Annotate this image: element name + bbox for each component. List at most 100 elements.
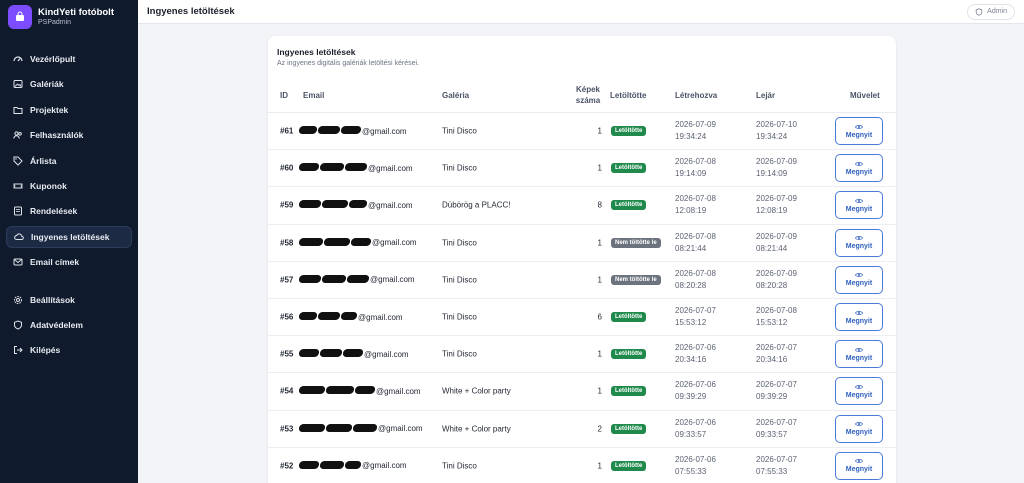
admin-menu-button[interactable]: Admin	[967, 3, 1015, 20]
open-button-label: Megnyit	[845, 243, 873, 251]
row-created-time: 12:08:19	[675, 206, 707, 216]
row-gallery: White + Color party	[442, 424, 511, 434]
sidebar-item-projects[interactable]: Projektek	[6, 99, 132, 121]
row-expires-time: 08:21:44	[756, 243, 788, 253]
sidebar-item-users[interactable]: Felhasználók	[6, 124, 132, 146]
eye-icon	[855, 422, 863, 427]
row-expires-time: 09:39:29	[756, 392, 788, 402]
eye-icon	[855, 199, 863, 203]
sidebar-item-privacy[interactable]: Adatvédelem	[6, 314, 132, 336]
row-expires-date: 2026-07-10	[756, 120, 797, 130]
sidebar-item-label: Kuponok	[30, 180, 67, 191]
row-expires-date: 2026-07-07	[756, 343, 797, 353]
row-email: @gmail.com	[298, 386, 421, 396]
row-image-count: 1	[597, 349, 602, 359]
row-created-time: 07:55:33	[675, 466, 707, 476]
row-expires-date: 2026-07-09	[756, 157, 797, 167]
row-email-domain: @gmail.com	[362, 126, 407, 136]
open-button[interactable]: Megnyit	[835, 228, 883, 257]
row-expires-date: 2026-07-09	[756, 268, 797, 278]
sidebar-item-label: Beállítások	[30, 294, 75, 305]
row-created-date: 2026-07-06	[675, 454, 716, 464]
table-row: #52 @gmail.com Tini Disco 1 Letöltötte 2026-0…	[268, 448, 896, 483]
sidebar-item-settings[interactable]: Beállítások	[6, 289, 132, 311]
row-created: 2026-07-06 20:34:16	[675, 342, 716, 366]
sidebar-item-label: Rendelések	[30, 206, 78, 217]
status-badge: Letöltötte	[611, 460, 647, 471]
row-email-domain: @gmail.com	[370, 275, 415, 285]
row-created-date: 2026-07-08	[675, 157, 716, 167]
sidebar-item-pricelist[interactable]: Árlista	[6, 150, 132, 172]
open-button[interactable]: Megnyit	[835, 154, 883, 183]
sidebar-nav: Vezérlőpult Galériák Projektek Felhaszná…	[0, 48, 138, 361]
table-row: #55 @gmail.com Tini Disco 1 Letöltötte 2026-0…	[268, 336, 896, 374]
row-id: #57	[280, 275, 294, 285]
header-email: Email	[303, 91, 325, 100]
row-created: 2026-07-06 09:39:29	[675, 379, 716, 403]
ticket-icon	[12, 180, 24, 192]
brand-title: KindYeti fotóbolt	[38, 7, 114, 18]
row-email: @gmail.com	[298, 200, 413, 210]
sidebar-item-label: Felhasználók	[30, 130, 84, 141]
row-created-time: 15:53:12	[675, 318, 707, 328]
row-email-domain: @gmail.com	[368, 163, 413, 173]
status-badge: Letöltötte	[611, 386, 647, 397]
downloads-card: Ingyenes letöltések Az ingyenes digitáli…	[268, 36, 896, 483]
open-button-label: Megnyit	[845, 317, 873, 325]
eye-icon	[855, 161, 863, 166]
open-button[interactable]: Megnyit	[835, 265, 883, 294]
sidebar-item-galleries[interactable]: Galériák	[6, 73, 132, 95]
open-button-label: Megnyit	[845, 205, 873, 213]
row-gallery: Tini Disco	[442, 275, 477, 285]
row-created: 2026-07-08 19:14:09	[675, 156, 716, 180]
brand[interactable]: KindYeti fotóbolt PSPadmin	[0, 0, 138, 34]
table-row: #61 @gmail.com Tini Disco 1 Letöltötte 2026-0…	[268, 113, 896, 151]
brand-subtitle: PSPadmin	[38, 19, 72, 26]
sidebar-item-orders[interactable]: Rendelések	[6, 200, 132, 222]
row-created-date: 2026-07-06	[675, 417, 716, 427]
row-expires-date: 2026-07-08	[756, 306, 797, 316]
open-button[interactable]: Megnyit	[835, 340, 883, 369]
open-button[interactable]: Megnyit	[835, 117, 883, 146]
open-button[interactable]: Megnyit	[835, 303, 883, 332]
row-image-count: 1	[597, 238, 602, 248]
sidebar-item-free-downloads[interactable]: Ingyenes letöltések	[6, 225, 132, 248]
row-created: 2026-07-08 08:20:28	[675, 268, 716, 292]
card-subtitle: Az ingyenes digitális galériák letöltési…	[277, 60, 420, 67]
sidebar-item-emails[interactable]: Email címek	[6, 251, 132, 273]
sidebar-item-label: Árlista	[30, 155, 57, 166]
row-email: @gmail.com	[298, 163, 413, 173]
open-button[interactable]: Megnyit	[835, 414, 883, 443]
sidebar-item-label: Email címek	[30, 257, 80, 268]
status-badge: Nem töltötte le	[611, 237, 661, 248]
row-expires-time: 08:20:28	[756, 280, 788, 290]
row-created-date: 2026-07-07	[675, 306, 716, 316]
open-button[interactable]: Megnyit	[835, 377, 883, 406]
row-email: @gmail.com	[298, 274, 415, 285]
open-button-label: Megnyit	[845, 429, 873, 437]
row-gallery: Tini Disco	[442, 461, 477, 471]
open-button[interactable]: Megnyit	[835, 191, 883, 220]
row-created-date: 2026-07-06	[675, 380, 716, 390]
header-count: Képek száma	[574, 84, 602, 106]
open-button[interactable]: Megnyit	[835, 451, 883, 480]
row-expires: 2026-07-10 19:34:24	[756, 119, 797, 143]
logout-icon	[12, 344, 24, 356]
row-created: 2026-07-08 08:21:44	[675, 231, 716, 255]
row-email-domain: @gmail.com	[362, 461, 407, 471]
table-header: ID Email Galéria Képek száma Letöltötte …	[268, 80, 896, 113]
redaction-scribble	[298, 312, 358, 322]
sidebar-item-coupons[interactable]: Kuponok	[6, 175, 132, 197]
row-created-time: 09:39:29	[675, 392, 707, 402]
sidebar-item-dashboard[interactable]: Vezérlőpult	[6, 48, 132, 70]
row-expires: 2026-07-09 12:08:19	[756, 193, 797, 217]
row-gallery: Tini Disco	[442, 312, 477, 322]
users-icon	[12, 129, 24, 141]
row-email-domain: @gmail.com	[364, 349, 409, 359]
row-created-time: 19:34:24	[675, 132, 707, 142]
row-created-time: 09:33:57	[675, 429, 707, 439]
open-button-label: Megnyit	[845, 354, 873, 362]
sidebar-item-logout[interactable]: Kilépés	[6, 339, 132, 361]
open-button-label: Megnyit	[845, 391, 873, 399]
sidebar: KindYeti fotóbolt PSPadmin Vezérlőpult G…	[0, 0, 138, 483]
